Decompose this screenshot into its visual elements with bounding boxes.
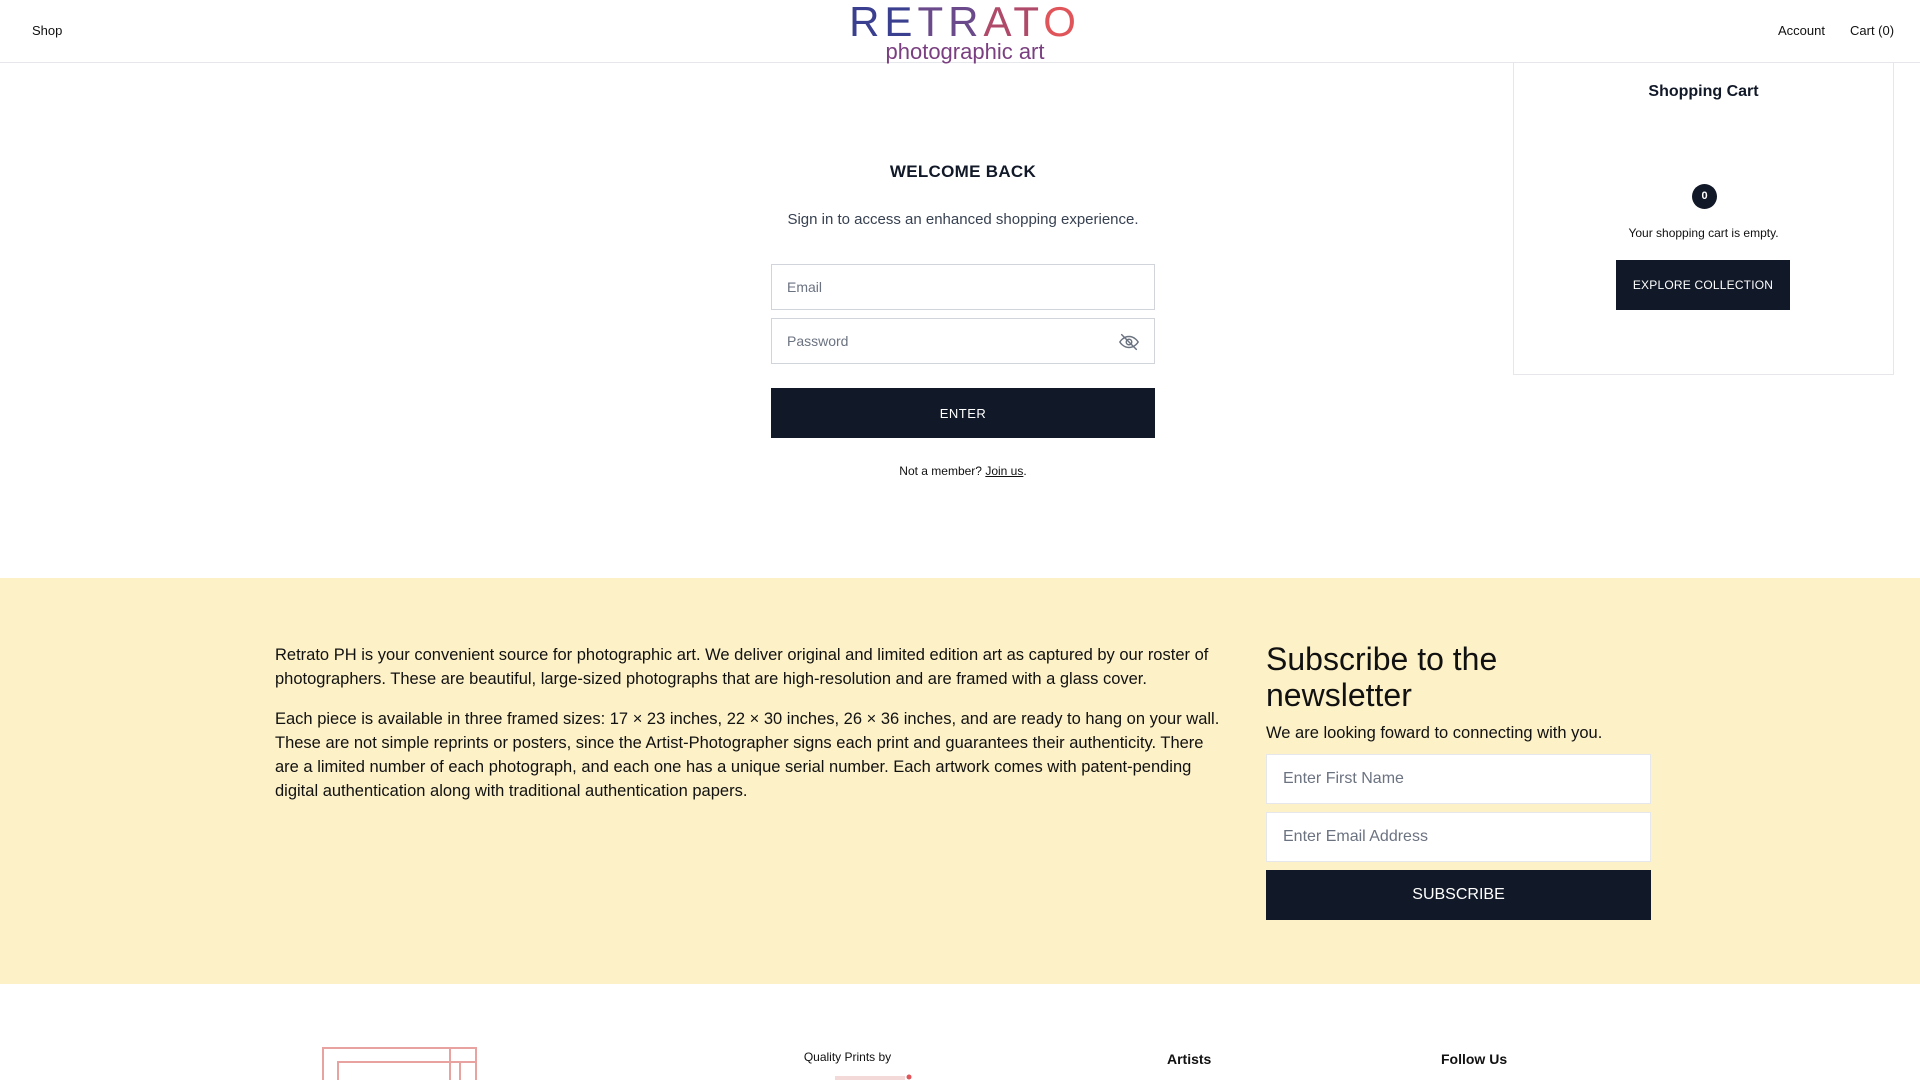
join-prompt-period: .: [1023, 464, 1027, 478]
login-subtitle: Sign in to access an enhanced shopping e…: [787, 211, 1139, 228]
join-prompt-text: Not a member?: [899, 464, 986, 478]
cart-empty-message: Your shopping cart is empty.: [1628, 226, 1779, 240]
about-newsletter-section: Retrato PH is your convenient source for…: [0, 578, 1920, 984]
nav-shop-link[interactable]: Shop: [32, 23, 62, 38]
join-prompt: Not a member? Join us.: [771, 464, 1155, 478]
newsletter-subtitle: We are looking foward to connecting with…: [1266, 724, 1603, 742]
nav-account-link[interactable]: Account: [1778, 23, 1825, 38]
footer-follow-heading: Follow Us: [1441, 1051, 1508, 1067]
newsletter-title: Subscribe to the newsletter: [1266, 641, 1498, 713]
explore-collection-button[interactable]: EXPLORE COLLECTION: [1616, 260, 1790, 310]
password-field[interactable]: [771, 318, 1155, 364]
site-header: Shop RETRATO photographic art Account Ca…: [0, 0, 1920, 63]
enter-button[interactable]: ENTER: [771, 388, 1155, 438]
join-us-link[interactable]: Join us: [985, 464, 1023, 478]
retrato-logo[interactable]: RETRATO photographic art: [840, 0, 1090, 64]
logo-tagline: photographic art: [885, 39, 1045, 64]
newsletter-email-input[interactable]: [1267, 813, 1650, 861]
footer-artists-heading: Artists: [1167, 1051, 1212, 1067]
quality-prints-label: Quality Prints by: [803, 1050, 892, 1064]
nav-cart-link[interactable]: Cart (0): [1850, 23, 1894, 38]
print-partner-logo: [835, 1074, 912, 1080]
first-name-input[interactable]: [1267, 755, 1650, 803]
first-name-field[interactable]: [1266, 754, 1651, 804]
about-paragraph: Each piece is available in three framed …: [275, 710, 1220, 800]
footer-logo-mark: [322, 1047, 477, 1080]
eye-off-icon[interactable]: [1118, 331, 1140, 353]
logo-wordmark: RETRATO: [849, 0, 1081, 45]
email-input[interactable]: [772, 265, 1154, 309]
password-input[interactable]: [772, 319, 1154, 363]
newsletter-email-field[interactable]: [1266, 812, 1651, 862]
about-text: Retrato PH is your convenient source for…: [275, 643, 1230, 803]
cart-title: Shopping Cart: [1648, 83, 1759, 100]
shopping-cart-panel: Shopping Cart 0 Your shopping cart is em…: [1513, 63, 1894, 375]
login-title: WELCOME BACK: [889, 162, 1037, 181]
email-field[interactable]: [771, 264, 1155, 310]
about-paragraph: Retrato PH is your convenient source for…: [275, 646, 1209, 688]
cart-count-badge: 0: [1692, 184, 1717, 209]
subscribe-button[interactable]: SUBSCRIBE: [1266, 870, 1651, 920]
